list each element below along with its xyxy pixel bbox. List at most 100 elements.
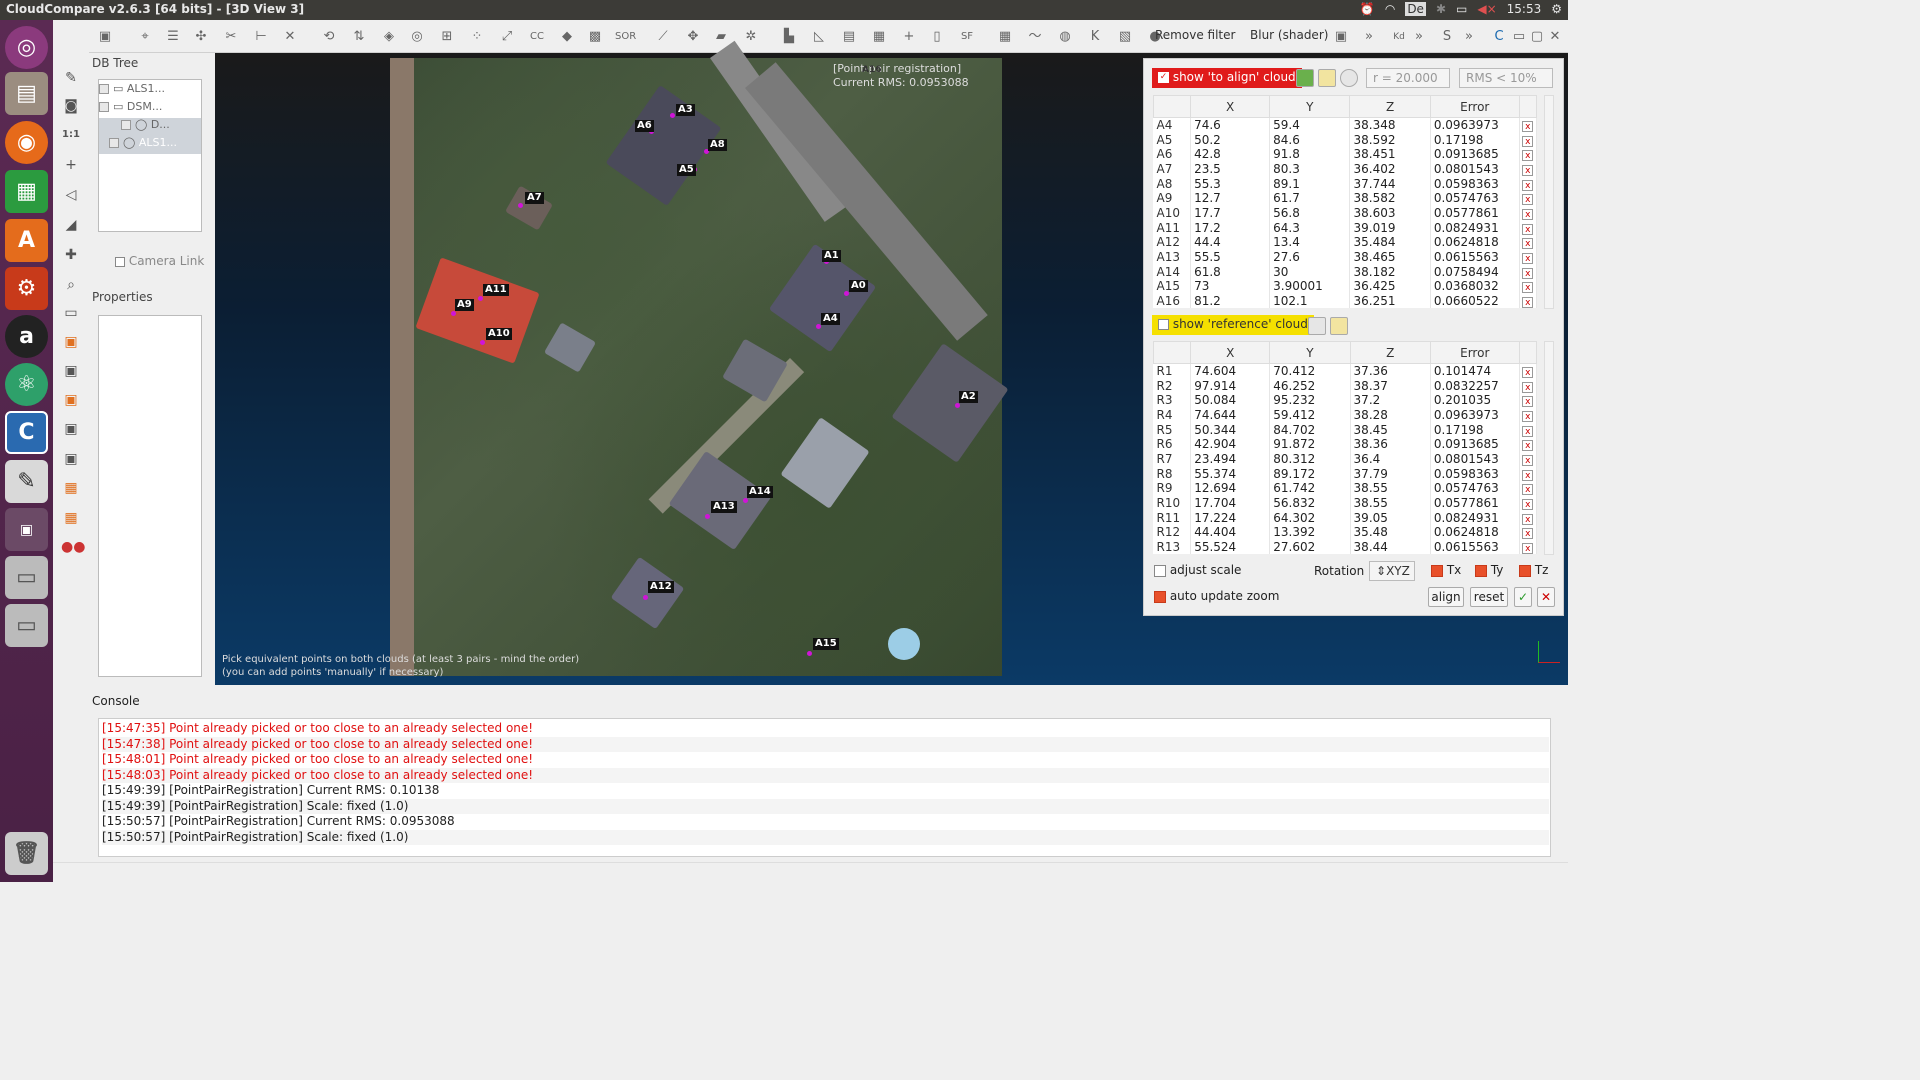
reference-point-row[interactable]: R2 97.914 46.252 38.37 0.0832257 x — [1153, 378, 1538, 393]
remove-point-button[interactable]: x — [1519, 378, 1538, 393]
remove-point-button[interactable]: x — [1519, 466, 1538, 481]
tx-checkbox[interactable]: Tx — [1431, 563, 1461, 577]
gear-icon[interactable]: ⚙ — [1551, 2, 1562, 16]
settings-icon[interactable]: ⚙ — [5, 267, 48, 310]
cell[interactable]: 37.744 — [1349, 176, 1431, 191]
camera-link-checkbox[interactable]: Camera Link — [115, 254, 204, 268]
close-icon[interactable]: x — [1522, 425, 1534, 437]
pointpick-icon[interactable]: ⌖ — [135, 27, 155, 47]
picked-point-marker[interactable] — [705, 514, 710, 519]
cell[interactable]: 0.0624818 — [1430, 525, 1520, 540]
view-left-icon[interactable]: ▣ — [61, 361, 81, 381]
close-icon[interactable]: x — [1522, 179, 1534, 191]
align-points-table[interactable]: X Y Z Error A4 74.6 59.4 38.348 0.0963973 x A5… — [1152, 95, 1538, 309]
tree-item[interactable]: ◯ ALS1... — [99, 136, 201, 154]
camera-icon[interactable]: ◙ — [61, 96, 81, 116]
close-icon[interactable]: ✕ — [1545, 27, 1565, 47]
close-icon[interactable]: x — [1522, 513, 1534, 525]
restore-icon[interactable]: ▢ — [1527, 27, 1547, 47]
cell[interactable]: 0.101474 — [1430, 363, 1520, 379]
cell[interactable]: 17.7 — [1190, 205, 1271, 221]
remove-point-button[interactable]: x — [1519, 117, 1538, 133]
radius-spinbox[interactable]: r = 20.000 — [1366, 68, 1450, 88]
stereo-icon[interactable]: ●● — [61, 537, 85, 557]
cell[interactable]: 23.5 — [1190, 161, 1271, 177]
tree-item[interactable]: ▭ DSM... — [99, 100, 201, 118]
remove-point-button[interactable]: x — [1519, 451, 1538, 467]
cell[interactable]: 38.44 — [1350, 539, 1431, 555]
remove-point-button[interactable]: x — [1519, 161, 1538, 177]
cell[interactable]: 0.0577861 — [1430, 205, 1520, 221]
remove-point-button[interactable]: x — [1519, 495, 1538, 511]
cell[interactable]: 84.6 — [1269, 132, 1351, 147]
remove-point-button[interactable]: x — [1519, 436, 1538, 452]
cell[interactable]: 70.412 — [1269, 363, 1351, 379]
drive2-icon[interactable]: ▭ — [5, 604, 48, 647]
remove-point-button[interactable]: x — [1519, 422, 1538, 437]
cancel-button[interactable]: ✕ — [1537, 587, 1555, 607]
column-header[interactable]: X — [1190, 341, 1271, 364]
cell[interactable]: 0.0574763 — [1430, 481, 1520, 496]
distance-icon[interactable]: ⟋ — [653, 27, 673, 47]
cell[interactable]: 81.2 — [1190, 293, 1271, 309]
cell[interactable]: 0.0615563 — [1430, 249, 1520, 265]
save-icon[interactable]: ▣ — [95, 27, 115, 47]
bluetooth-icon[interactable]: ✱ — [1436, 2, 1446, 16]
close-icon[interactable]: x — [1522, 238, 1534, 250]
noise-icon[interactable]: ⁘ — [467, 27, 487, 47]
cell[interactable]: 91.872 — [1269, 436, 1351, 452]
atom-icon[interactable]: ⚛ — [5, 363, 48, 406]
reference-table-scrollbar[interactable] — [1544, 341, 1554, 555]
remove-point-button[interactable]: x — [1519, 220, 1538, 235]
stats2-icon[interactable]: ◺ — [809, 27, 829, 47]
cell[interactable]: 0.0598363 — [1430, 176, 1520, 191]
minimize-icon[interactable]: ▭ — [1509, 27, 1529, 47]
view-back-icon[interactable]: ▣ — [61, 390, 81, 410]
cell[interactable]: 38.182 — [1349, 264, 1431, 280]
cell[interactable]: 38.603 — [1349, 205, 1431, 221]
clock[interactable]: 15:53 — [1507, 2, 1542, 16]
software-center-icon[interactable]: A — [5, 219, 48, 262]
cell[interactable]: 89.1 — [1269, 176, 1351, 191]
column-header[interactable]: Z — [1349, 341, 1431, 364]
remove-point-button[interactable]: x — [1519, 205, 1538, 221]
move-icon[interactable]: ✥ — [683, 27, 703, 47]
cell[interactable]: 0.0801543 — [1430, 451, 1520, 467]
octree-icon[interactable]: ⊞ — [437, 27, 457, 47]
cell[interactable]: 61.742 — [1269, 481, 1351, 496]
cell[interactable]: 35.48 — [1350, 525, 1431, 540]
close-icon[interactable]: x — [1522, 150, 1534, 162]
close-icon[interactable]: x — [1522, 194, 1534, 206]
tree-item[interactable]: ◯ D... — [99, 118, 201, 136]
close-icon[interactable]: x — [1522, 135, 1534, 147]
cell[interactable]: 35.484 — [1349, 235, 1431, 250]
cell[interactable]: 0.0832257 — [1430, 378, 1520, 393]
view-top-icon[interactable]: ▭ — [61, 303, 81, 323]
front-view-icon[interactable]: ▦ — [61, 478, 81, 498]
remove-point-button[interactable]: x — [1519, 235, 1538, 250]
cell[interactable]: 0.0913685 — [1430, 436, 1520, 452]
resample-icon[interactable]: ⤢ — [497, 27, 517, 47]
confirm-button[interactable]: ✓ — [1514, 587, 1532, 607]
cell[interactable]: 61.7 — [1269, 190, 1351, 206]
perspective-icon[interactable]: ◢ — [61, 215, 81, 235]
sf-icon[interactable]: SF — [957, 27, 977, 47]
reference-point-row[interactable]: R7 23.494 80.312 36.4 0.0801543 x — [1153, 451, 1538, 467]
remove-point-button[interactable]: x — [1519, 481, 1538, 496]
picked-point-marker[interactable] — [955, 403, 960, 408]
reference-point-row[interactable]: R10 17.704 56.832 38.55 0.0577861 x — [1153, 495, 1538, 511]
cell[interactable]: 0.0660522 — [1430, 293, 1520, 309]
more2-icon[interactable]: » — [1409, 27, 1429, 47]
subsample-icon[interactable]: ◎ — [407, 27, 427, 47]
cloud-color-icon[interactable] — [1296, 69, 1314, 87]
cell[interactable]: 74.644 — [1190, 407, 1271, 423]
texture-icon[interactable]: ▧ — [1115, 27, 1135, 47]
cell[interactable]: 61.8 — [1190, 264, 1271, 280]
cell[interactable]: 37.36 — [1350, 363, 1431, 379]
auto-update-zoom-checkbox[interactable]: auto update zoom — [1154, 589, 1279, 603]
volume-icon[interactable]: ◀× — [1477, 2, 1496, 16]
close-icon[interactable]: x — [1522, 440, 1534, 452]
column-header[interactable]: Y — [1269, 95, 1351, 118]
cell[interactable]: 73 — [1190, 279, 1271, 294]
reference-point-row[interactable]: R8 55.374 89.172 37.79 0.0598363 x — [1153, 466, 1538, 481]
